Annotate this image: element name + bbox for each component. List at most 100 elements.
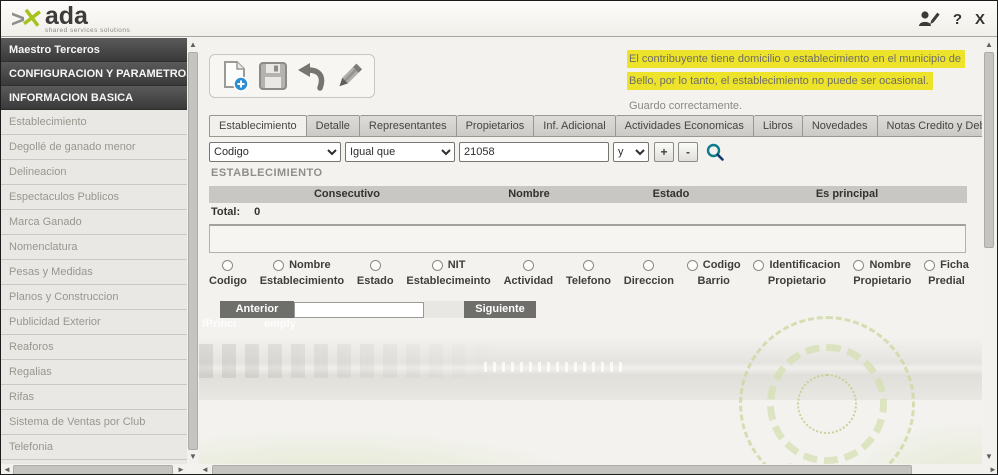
filter-value-input[interactable]: [459, 142, 609, 162]
search-by-option-nit-establecimiento[interactable]: NIT Establecimeinto: [406, 258, 490, 287]
search-by-option-identificacion-propietario[interactable]: Identificacion Propietario: [753, 258, 840, 287]
search-by-option-ficha-predial[interactable]: Ficha Predial: [924, 258, 969, 287]
scroll-left-icon[interactable]: ◄: [1, 464, 13, 475]
pagination: Anterior Siguiente: [220, 301, 536, 318]
radio-button[interactable]: [222, 260, 233, 271]
toolbar: [209, 54, 375, 98]
search-by-option-estado[interactable]: Estado: [357, 258, 394, 287]
radio-button[interactable]: [924, 260, 935, 271]
tab-detalle[interactable]: Detalle: [307, 115, 360, 137]
filter-field-select[interactable]: Codigo: [209, 142, 341, 162]
background-green-decoration: [199, 428, 619, 464]
edit-icon: [334, 61, 364, 91]
tab-notas-credito-y-debito[interactable]: Notas Credito y Debito: [878, 115, 982, 137]
column-header-estado[interactable]: Estado: [653, 188, 690, 200]
tab-libros[interactable]: Libros: [754, 115, 803, 137]
radio-button[interactable]: [687, 260, 698, 271]
sidebar-item-rifas[interactable]: Rifas: [1, 385, 187, 410]
radio-button[interactable]: [583, 260, 594, 271]
sidebar-item-pesas-y-medidas[interactable]: Pesas y Medidas: [1, 260, 187, 285]
save-button[interactable]: [256, 59, 290, 93]
sidebar-item-telefonia[interactable]: Telefonia: [1, 435, 187, 460]
radio-button[interactable]: [432, 260, 443, 271]
sidebar-item-publicidad-exterior[interactable]: Publicidad Exterior: [1, 310, 187, 335]
column-header-es-principal[interactable]: Es principal: [816, 188, 878, 200]
sidebar-header-configuracion-y-parametros[interactable]: CONFIGURACION Y PARAMETROS: [1, 62, 187, 86]
filter-connector-select[interactable]: y: [613, 142, 649, 162]
sidebar-item-delineacion[interactable]: Delineacion: [1, 160, 187, 185]
tab-actividades-economicas[interactable]: Actividades Economicas: [616, 115, 754, 137]
radio-button[interactable]: [643, 260, 654, 271]
sidebar-item-establecimiento[interactable]: Establecimiento: [1, 110, 187, 135]
search-by-option-nombre-propietario[interactable]: Nombre Propietario: [853, 258, 911, 287]
sidebar-item-espectaculos-publicos[interactable]: Espectaculos Publicos: [1, 185, 187, 210]
sidebar-item-nomenclatura[interactable]: Nomenclatura: [1, 235, 187, 260]
scroll-down-icon[interactable]: ▼: [187, 451, 199, 463]
scrollbar-thumb[interactable]: [212, 465, 912, 475]
close-button[interactable]: X: [975, 11, 985, 28]
sidebar-item-degolle-de-ganado-menor[interactable]: Degollé de ganado menor: [1, 135, 187, 160]
main-vertical-scrollbar[interactable]: ▲ ▼: [983, 38, 995, 464]
radio-button[interactable]: [523, 260, 534, 271]
sidebar-item-planos-y-construccion[interactable]: Planos y Construccion: [1, 285, 187, 310]
scroll-up-icon[interactable]: ▲: [187, 39, 199, 51]
scroll-left-icon[interactable]: ◄: [199, 464, 211, 475]
next-button[interactable]: Siguiente: [464, 301, 536, 318]
radio-button[interactable]: [853, 260, 864, 271]
search-by-option-nombre-establecimiento[interactable]: Nombre Establecimiento: [260, 258, 344, 287]
results-list[interactable]: [209, 224, 966, 253]
application-window: >✕ ada shared services solutions ? X: [0, 0, 998, 475]
column-header-nombre[interactable]: Nombre: [508, 188, 550, 200]
logo-tagline: shared services solutions: [45, 27, 130, 34]
radio-button[interactable]: [753, 260, 764, 271]
scroll-down-icon[interactable]: ▼: [983, 451, 995, 463]
sidebar-item-regalias[interactable]: Regalias: [1, 360, 187, 385]
sidebar-item-reaforos[interactable]: Reaforos: [1, 335, 187, 360]
search-button[interactable]: [705, 142, 725, 162]
search-by-option-actividad[interactable]: Actividad: [504, 258, 554, 287]
user-edit-icon[interactable]: [918, 10, 940, 28]
tab-inf-adicional[interactable]: Inf. Adicional: [534, 115, 615, 137]
sidebar-vertical-scrollbar[interactable]: ▲ ▼: [187, 38, 199, 464]
search-by-option-telefono[interactable]: Telefono: [566, 258, 611, 287]
tab-establecimiento[interactable]: Establecimiento: [209, 115, 307, 137]
filter-add-button[interactable]: +: [654, 142, 674, 162]
scroll-right-icon[interactable]: ►: [175, 464, 187, 475]
background-ticks-decoration: [199, 344, 499, 378]
tab-propietarios[interactable]: Propietarios: [457, 115, 535, 137]
sidebar-horizontal-scrollbar[interactable]: ◄ ►: [1, 464, 187, 475]
filter-bar: Codigo Igual que y + -: [209, 142, 725, 162]
help-button[interactable]: ?: [953, 11, 962, 28]
scroll-right-icon[interactable]: ►: [987, 464, 998, 475]
scroll-up-icon[interactable]: ▲: [983, 39, 995, 51]
tab-novedades[interactable]: Novedades: [803, 115, 878, 137]
search-by-option-codigo[interactable]: Codigo: [209, 258, 247, 287]
radio-button[interactable]: [370, 260, 381, 271]
filter-remove-button[interactable]: -: [678, 142, 698, 162]
new-record-button[interactable]: [218, 59, 252, 93]
logo-name: ada: [45, 3, 130, 29]
results-total: Total:0: [211, 206, 260, 218]
tab-representantes[interactable]: Representantes: [360, 115, 457, 137]
scrollbar-thumb[interactable]: [188, 52, 198, 450]
sidebar-header-maestro-terceros[interactable]: Maestro Terceros: [1, 38, 187, 62]
search-by-option-codigo-barrio[interactable]: Codigo Barrio: [687, 258, 741, 287]
radio-button[interactable]: [273, 260, 284, 271]
sidebar-header-informacion-basica[interactable]: INFORMACION BASICA: [1, 86, 187, 110]
debug-text-left: fPrinci: [202, 318, 236, 330]
debug-text-right: emply: [264, 318, 296, 330]
edit-button[interactable]: [332, 59, 366, 93]
scrollbar-thumb[interactable]: [984, 52, 994, 248]
page-input[interactable]: [294, 302, 424, 318]
scrollbar-thumb[interactable]: [13, 465, 173, 475]
undo-button[interactable]: [294, 59, 328, 93]
previous-button[interactable]: Anterior: [220, 301, 294, 318]
new-record-icon: [220, 60, 250, 92]
column-header-consecutivo[interactable]: Consecutivo: [314, 188, 380, 200]
sidebar-item-marca-ganado[interactable]: Marca Ganado: [1, 210, 187, 235]
filter-operator-select[interactable]: Igual que: [345, 142, 455, 162]
background-ticks-decoration: [484, 362, 624, 372]
sidebar-item-sistema-de-ventas-por-club[interactable]: Sistema de Ventas por Club: [1, 410, 187, 435]
search-by-option-direccion[interactable]: Direccion: [624, 258, 674, 287]
main-horizontal-scrollbar[interactable]: ◄ ►: [199, 464, 998, 475]
